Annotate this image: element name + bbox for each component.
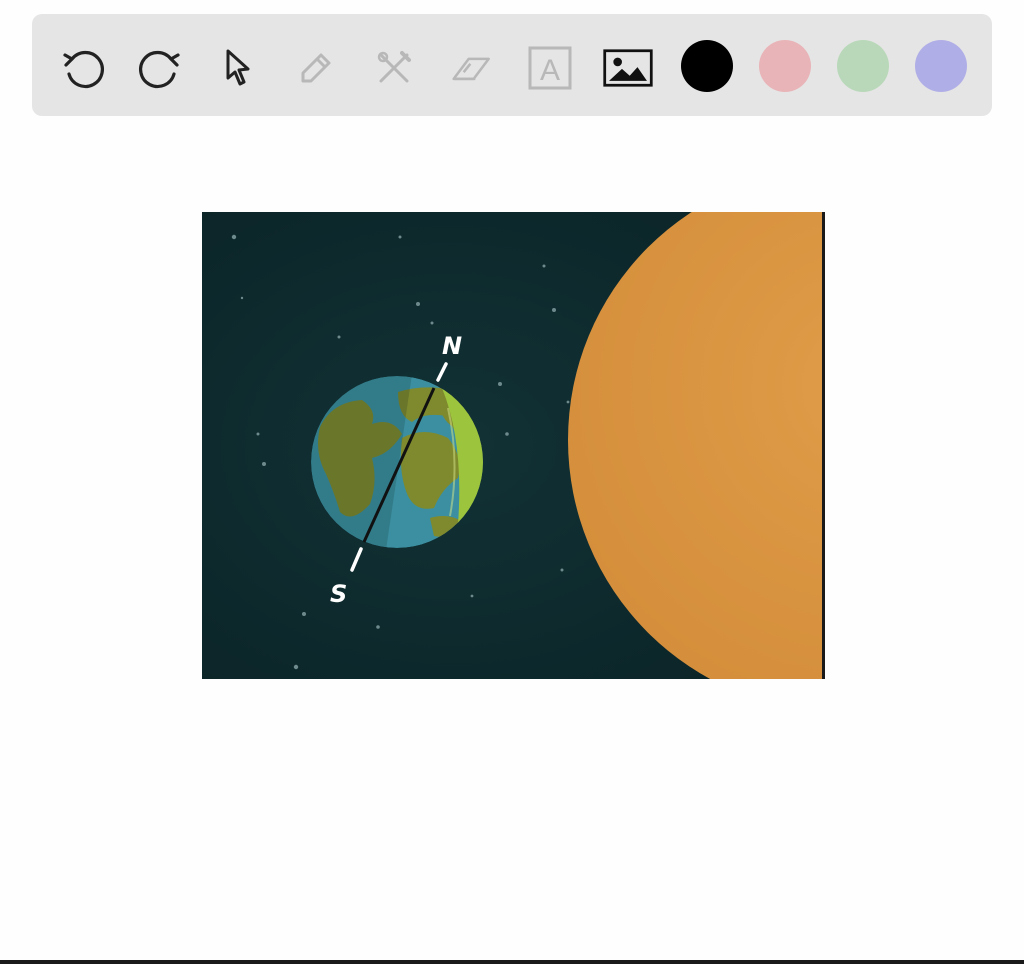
undo-icon [63, 50, 104, 89]
eraser-icon [452, 57, 490, 81]
redo-icon [139, 50, 180, 89]
color-swatch-green[interactable] [837, 40, 889, 92]
image-button[interactable] [603, 43, 653, 93]
pen-icon [301, 53, 331, 83]
pointer-button[interactable] [213, 43, 263, 93]
text-tool-glyph: A [540, 54, 560, 87]
color-swatch-pink[interactable] [759, 40, 811, 92]
north-pole-label: N [442, 332, 462, 360]
tools-button[interactable] [369, 43, 419, 93]
pointer-icon [226, 49, 250, 86]
image-icon [603, 49, 653, 87]
bottom-border [0, 960, 1024, 964]
toolbar: A [32, 14, 992, 116]
text-button[interactable]: A [525, 43, 575, 93]
image-right-border [822, 212, 825, 679]
pen-button[interactable] [291, 43, 341, 93]
tools-icon [377, 51, 411, 83]
undo-button[interactable] [58, 43, 108, 93]
whiteboard-page: A N S [0, 0, 1024, 964]
earth-sun-illustration[interactable]: N S [202, 212, 825, 679]
color-swatch-black[interactable] [681, 40, 733, 92]
south-pole-label: S [330, 580, 347, 608]
color-swatch-lavender[interactable] [915, 40, 967, 92]
redo-button[interactable] [135, 43, 185, 93]
text-icon: A [528, 46, 572, 90]
eraser-button[interactable] [447, 43, 497, 93]
